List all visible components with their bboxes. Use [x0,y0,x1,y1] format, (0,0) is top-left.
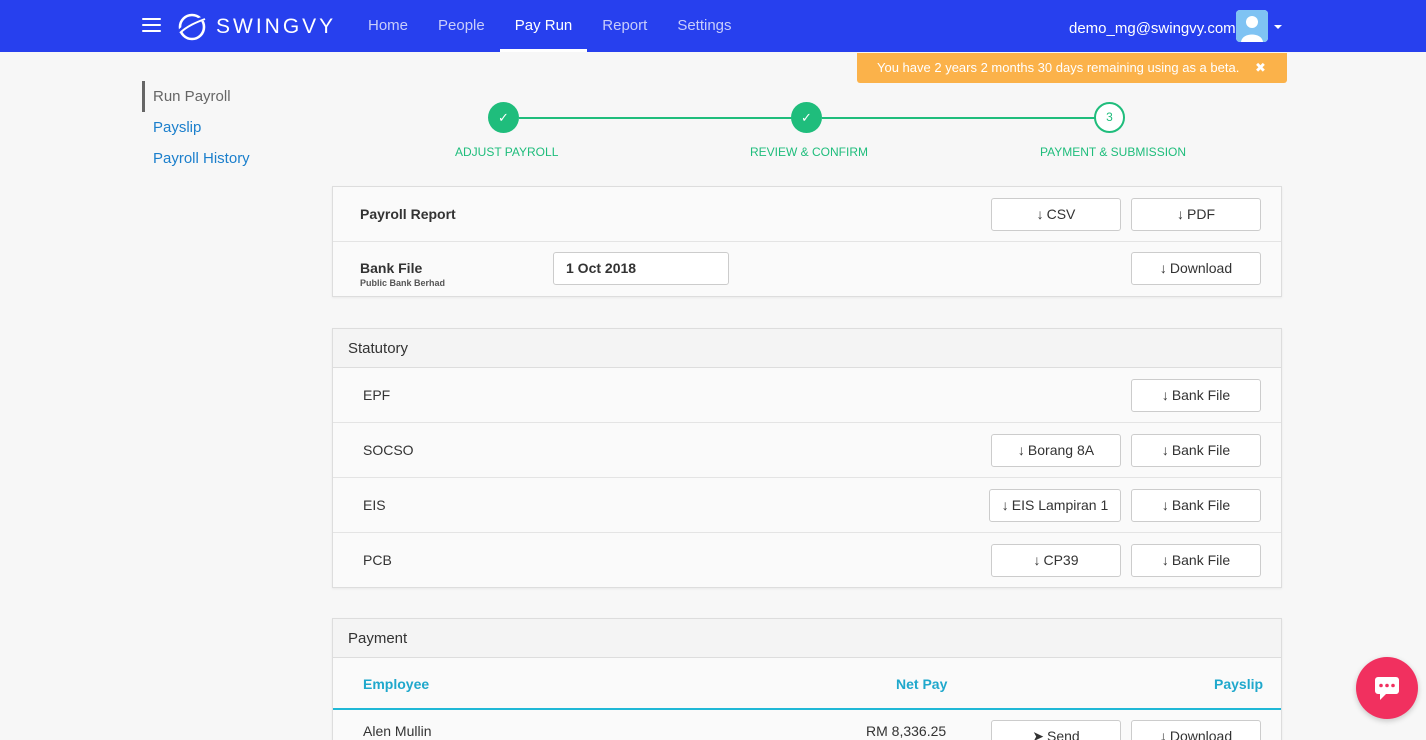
socso-bank-file-button[interactable]: ↓ Bank File [1131,434,1261,467]
step-connector [519,117,792,119]
statutory-title: Statutory [333,329,1281,368]
arrow-down-icon: ↓ [1177,206,1184,222]
net-pay-amount: RM 8,336.25 [866,723,947,739]
arrow-down-icon: ↓ [1033,552,1041,568]
arrow-down-icon: ↓ [1036,206,1044,222]
bank-file-button-label: Bank File [1171,552,1231,568]
user-email[interactable]: demo_mg@swingvy.com [1069,20,1236,37]
nav-people[interactable]: People [423,0,500,52]
arrow-down-icon: ↓ [1159,260,1167,276]
payment-title: Payment [333,619,1281,658]
download-label: Download [1169,728,1233,740]
bank-file-button-label: Bank File [1171,442,1231,458]
column-net-pay[interactable]: Net Pay [896,676,947,692]
arrow-down-icon: ↓ [1017,442,1025,458]
borang-8a-button[interactable]: ↓ Borang 8A [991,434,1121,467]
cp39-label: CP39 [1043,552,1079,568]
sidebar-item-payroll-history[interactable]: Payroll History [142,143,250,174]
step-2-check-icon: ✓ [791,102,822,133]
nav-settings[interactable]: Settings [662,0,746,52]
brand-name: SWINGVY [216,15,337,38]
beta-banner-text: You have 2 years 2 months 30 days remain… [877,60,1240,75]
statutory-label: EPF [363,387,391,403]
eis-lampiran-button[interactable]: ↓ EIS Lampiran 1 [989,489,1121,522]
reports-panel: Payroll Report ↓ CSV ↓ PDF Bank File Publi… [332,186,1282,297]
arrow-down-icon: ↓ [1161,552,1169,568]
statutory-label: PCB [363,552,392,568]
statutory-panel: Statutory EPF ↓ Bank File SOCSO ↓ Borang 8… [332,328,1282,588]
statutory-row-epf: EPF ↓ Bank File [333,368,1281,423]
close-icon[interactable]: ✖ [1255,53,1266,83]
statutory-row-socso: SOCSO ↓ Borang 8A ↓ Bank File [333,423,1281,478]
nav-pay-run[interactable]: Pay Run [499,0,588,52]
payment-panel: Payment Employee Net Pay Payslip Alen Mu… [332,618,1282,740]
payment-date-input[interactable]: 1 Oct 2018 [553,252,729,285]
chat-support-button[interactable] [1356,657,1418,719]
nav-report[interactable]: Report [587,0,662,52]
pdf-download-button[interactable]: ↓ PDF [1131,198,1261,231]
bank-file-button-label: Bank File [1171,497,1231,513]
bank-name: Public Bank Berhad [360,278,446,288]
step-3-label: PAYMENT & SUBMISSION [1040,145,1187,159]
bank-file-button-label: Bank File [1171,387,1231,403]
user-avatar-icon[interactable] [1236,10,1268,42]
send-icon: ➤ [1032,728,1045,740]
cp39-button[interactable]: ↓ CP39 [991,544,1121,577]
bank-file-download-button[interactable]: ↓ Download [1131,252,1261,285]
column-employee[interactable]: Employee [363,676,429,692]
table-row: Alen Mullin RM 8,336.25 ➤ Send ↓ Download [333,710,1281,740]
main-nav: Home People Pay Run Report Settings [353,0,747,52]
bank-file-label: Bank File [360,260,423,276]
pcb-bank-file-button[interactable]: ↓ Bank File [1131,544,1261,577]
arrow-down-icon: ↓ [1161,442,1169,458]
payroll-sidebar: Run Payroll Payslip Payroll History [142,81,250,174]
payroll-report-row: Payroll Report ↓ CSV ↓ PDF [333,187,1281,242]
eis-bank-file-button[interactable]: ↓ Bank File [1131,489,1261,522]
statutory-label: EIS [363,497,386,513]
swingvy-logo-icon [177,13,207,41]
payment-table-header: Employee Net Pay Payslip [333,658,1281,710]
send-label: Send [1047,728,1080,740]
statutory-label: SOCSO [363,442,414,458]
download-payslip-button[interactable]: ↓ Download [1131,720,1261,740]
pdf-label: PDF [1187,206,1215,222]
user-menu-caret-icon[interactable] [1274,25,1282,29]
download-label: Download [1169,260,1233,276]
payroll-report-label: Payroll Report [360,206,456,222]
csv-download-button[interactable]: ↓ CSV [991,198,1121,231]
chat-icon [1375,677,1399,700]
step-1-check-icon: ✓ [488,102,519,133]
arrow-down-icon: ↓ [1159,728,1167,740]
epf-bank-file-button[interactable]: ↓ Bank File [1131,379,1261,412]
borang-8a-label: Borang 8A [1027,442,1095,458]
nav-home[interactable]: Home [353,0,423,52]
step-2-label: REVIEW & CONFIRM [750,145,869,159]
employee-name: Alen Mullin [363,723,432,739]
send-payslip-button[interactable]: ➤ Send [991,720,1121,740]
step-3-number: 3 [1094,102,1125,133]
sidebar-item-payslip[interactable]: Payslip [142,112,250,143]
csv-label: CSV [1046,206,1076,222]
arrow-down-icon: ↓ [1161,387,1169,403]
sidebar-item-run-payroll[interactable]: Run Payroll [142,81,250,112]
arrow-down-icon: ↓ [1161,497,1169,513]
eis-lampiran-label: EIS Lampiran 1 [1011,497,1109,513]
statutory-row-eis: EIS ↓ EIS Lampiran 1 ↓ Bank File [333,478,1281,533]
column-payslip[interactable]: Payslip [1214,676,1263,692]
bank-file-row: Bank File Public Bank Berhad 1 Oct 2018 … [333,242,1281,297]
statutory-row-pcb: PCB ↓ CP39 ↓ Bank File [333,533,1281,588]
step-1-label: ADJUST PAYROLL [455,145,559,159]
step-connector [822,117,1095,119]
arrow-down-icon: ↓ [1001,497,1009,513]
hamburger-menu-icon[interactable] [142,18,161,33]
beta-banner: You have 2 years 2 months 30 days remain… [857,53,1287,83]
top-navbar: SWINGVY Home People Pay Run Report Setti… [0,0,1426,52]
brand-logo[interactable]: SWINGVY [177,12,336,42]
